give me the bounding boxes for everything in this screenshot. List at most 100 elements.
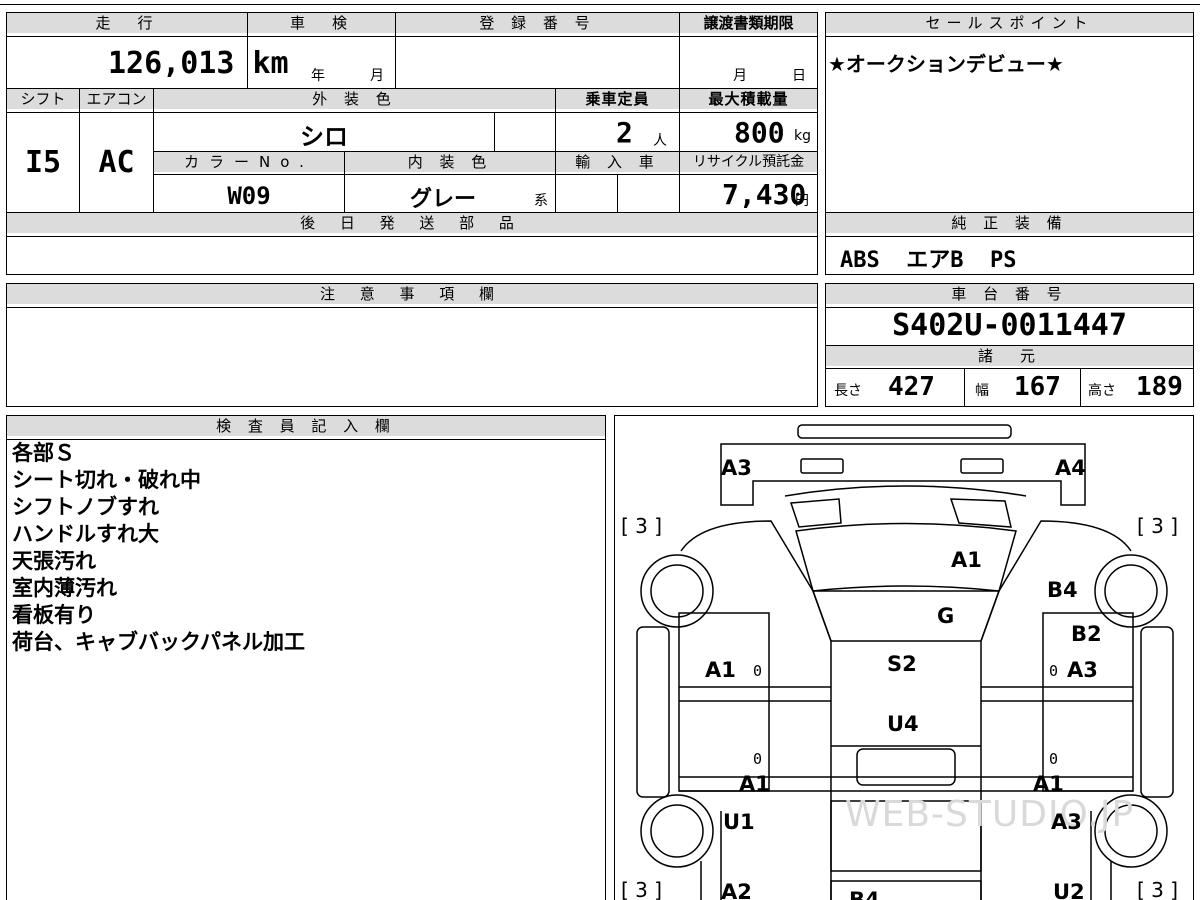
damage-label: 0 xyxy=(753,662,763,680)
max-load-number: 800 xyxy=(734,116,785,149)
divider xyxy=(7,36,817,37)
inspector-note: 各部Ｓ xyxy=(12,441,75,465)
inspector-note: 看板有り xyxy=(12,603,96,627)
interior-color-value: グレー xyxy=(410,187,477,212)
damage-label: A1 xyxy=(951,548,982,572)
standard-equipment-value: ABS エアB PS xyxy=(840,248,1017,273)
damage-label: 0 xyxy=(753,750,763,768)
notes-header: 注 意 事 項 欄 xyxy=(7,284,817,304)
chassis-no-value: S402U-0011447 xyxy=(892,308,1127,343)
capacity-number: 2 xyxy=(616,116,633,149)
divider xyxy=(7,236,817,237)
inspector-note: 室内薄汚れ xyxy=(12,576,117,600)
left-side-rail-shape xyxy=(636,626,670,798)
width-label: 幅 xyxy=(975,383,989,399)
standard-equipment-header: 純 正 装 備 xyxy=(826,213,1193,233)
damage-label: U2 xyxy=(1053,880,1085,900)
damage-label: U1 xyxy=(723,810,755,834)
tire-tread-label: [ 3 ] xyxy=(621,514,663,538)
left-mirror-shape xyxy=(789,498,842,528)
sales-point-header: セールスポイント xyxy=(826,13,1193,33)
damage-diagram-box: WEB-STUDIO.JP A3 A4 [ 3 ] [ 3 ] [ 3 ] [ … xyxy=(614,415,1194,900)
damage-label: B4 xyxy=(849,888,880,900)
front-bumper-shape xyxy=(797,424,1012,439)
inspector-note: ハンドルすれ大 xyxy=(12,522,159,546)
dash-shape xyxy=(811,590,1001,642)
damage-label: A3 xyxy=(1067,658,1098,682)
divider xyxy=(826,36,1193,37)
top-cutoff-line xyxy=(0,4,1200,5)
recycle-fee-unit: 円 xyxy=(795,193,809,209)
divider xyxy=(344,152,345,212)
divider xyxy=(1080,369,1081,406)
max-load-unit: kg xyxy=(794,128,811,144)
inspector-note: シフトノブすれ xyxy=(12,495,159,519)
import-header: 輸 入 車 xyxy=(556,152,679,172)
divider xyxy=(826,368,1193,369)
divider xyxy=(494,112,495,151)
damage-label: A3 xyxy=(721,456,752,480)
height-label: 高さ xyxy=(1088,383,1116,399)
transfer-month-label: 月 xyxy=(733,68,747,84)
transfer-day-label: 日 xyxy=(792,68,806,84)
divider xyxy=(617,174,618,212)
later-parts-header: 後 日 発 送 部 品 xyxy=(7,213,817,233)
width-value: 167 xyxy=(1014,372,1061,402)
color-no-header: カラーNo. xyxy=(154,152,344,172)
color-no-value: W09 xyxy=(227,182,271,210)
damage-label: A2 xyxy=(721,880,752,900)
max-load-header: 最大積載量 xyxy=(680,89,817,109)
damage-label: G xyxy=(937,604,955,628)
inspector-note: 天張汚れ xyxy=(12,549,96,573)
damage-label: A1 xyxy=(739,772,770,796)
inspector-header: 検 査 員 記 入 欄 xyxy=(7,416,605,436)
watermark-text: WEB-STUDIO.JP xyxy=(845,794,1135,835)
length-value: 427 xyxy=(888,372,935,402)
shift-header: シフト xyxy=(7,89,79,109)
front-right-wheel-shape xyxy=(1094,554,1168,628)
length-label: 長さ xyxy=(834,383,862,399)
interior-color-header: 内 装 色 xyxy=(345,152,555,172)
inspector-note: 荷台、キャブバックパネル加工 xyxy=(12,630,305,654)
interior-color-suffix: 系 xyxy=(534,193,548,209)
windshield-shape xyxy=(795,522,1017,592)
sales-point-text: ★オークションデビュー★ xyxy=(828,52,1064,76)
rear-window-shape xyxy=(856,748,956,786)
right-side-rail-shape xyxy=(1140,626,1174,798)
chassis-no-header: 車 台 番 号 xyxy=(826,284,1193,304)
divider xyxy=(7,307,817,308)
damage-label: B2 xyxy=(1071,622,1102,646)
divider xyxy=(964,369,965,406)
height-value: 189 xyxy=(1136,372,1183,402)
left-headlight-shape xyxy=(800,458,844,474)
damage-label: A3 xyxy=(1051,810,1082,834)
mileage-unit: km xyxy=(252,46,289,81)
specs-header: 諸 元 xyxy=(826,346,1193,366)
right-mirror-shape xyxy=(949,498,1012,528)
front-left-wheel-shape xyxy=(640,554,714,628)
damage-label: S2 xyxy=(887,652,917,676)
rear-left-wheel-shape xyxy=(640,794,714,868)
mileage-value: 126,013 km xyxy=(108,46,289,81)
damage-label: U4 xyxy=(887,712,919,736)
exterior-color-value: シロ xyxy=(300,123,348,151)
damage-label: A4 xyxy=(1055,456,1086,480)
registration-header: 登 録 番 号 xyxy=(396,13,679,33)
exterior-color-header: 外 装 色 xyxy=(154,89,555,109)
damage-label: A1 xyxy=(1033,772,1064,796)
capacity-unit: 人 xyxy=(653,133,667,149)
aircon-value: AC xyxy=(98,145,135,180)
inspector-note: シート切れ・破れ中 xyxy=(12,468,201,492)
damage-label: A1 xyxy=(705,658,736,682)
divider xyxy=(679,13,680,88)
inspection-month-label: 月 xyxy=(370,68,384,84)
damage-label: 0 xyxy=(1049,750,1059,768)
divider xyxy=(153,174,817,175)
inspection-header: 車 検 xyxy=(248,13,395,33)
aircon-header: エアコン xyxy=(80,89,153,109)
divider xyxy=(826,236,1193,237)
transfer-deadline-header: 譲渡書類期限 xyxy=(680,13,817,33)
inspector-notes-list: 各部Ｓ シート切れ・破れ中 シフトノブすれ ハンドルすれ大 天張汚れ 室内薄汚れ… xyxy=(12,440,305,656)
mileage-header: 走 行 xyxy=(7,13,247,33)
wiper-strip-shape xyxy=(784,485,1027,497)
